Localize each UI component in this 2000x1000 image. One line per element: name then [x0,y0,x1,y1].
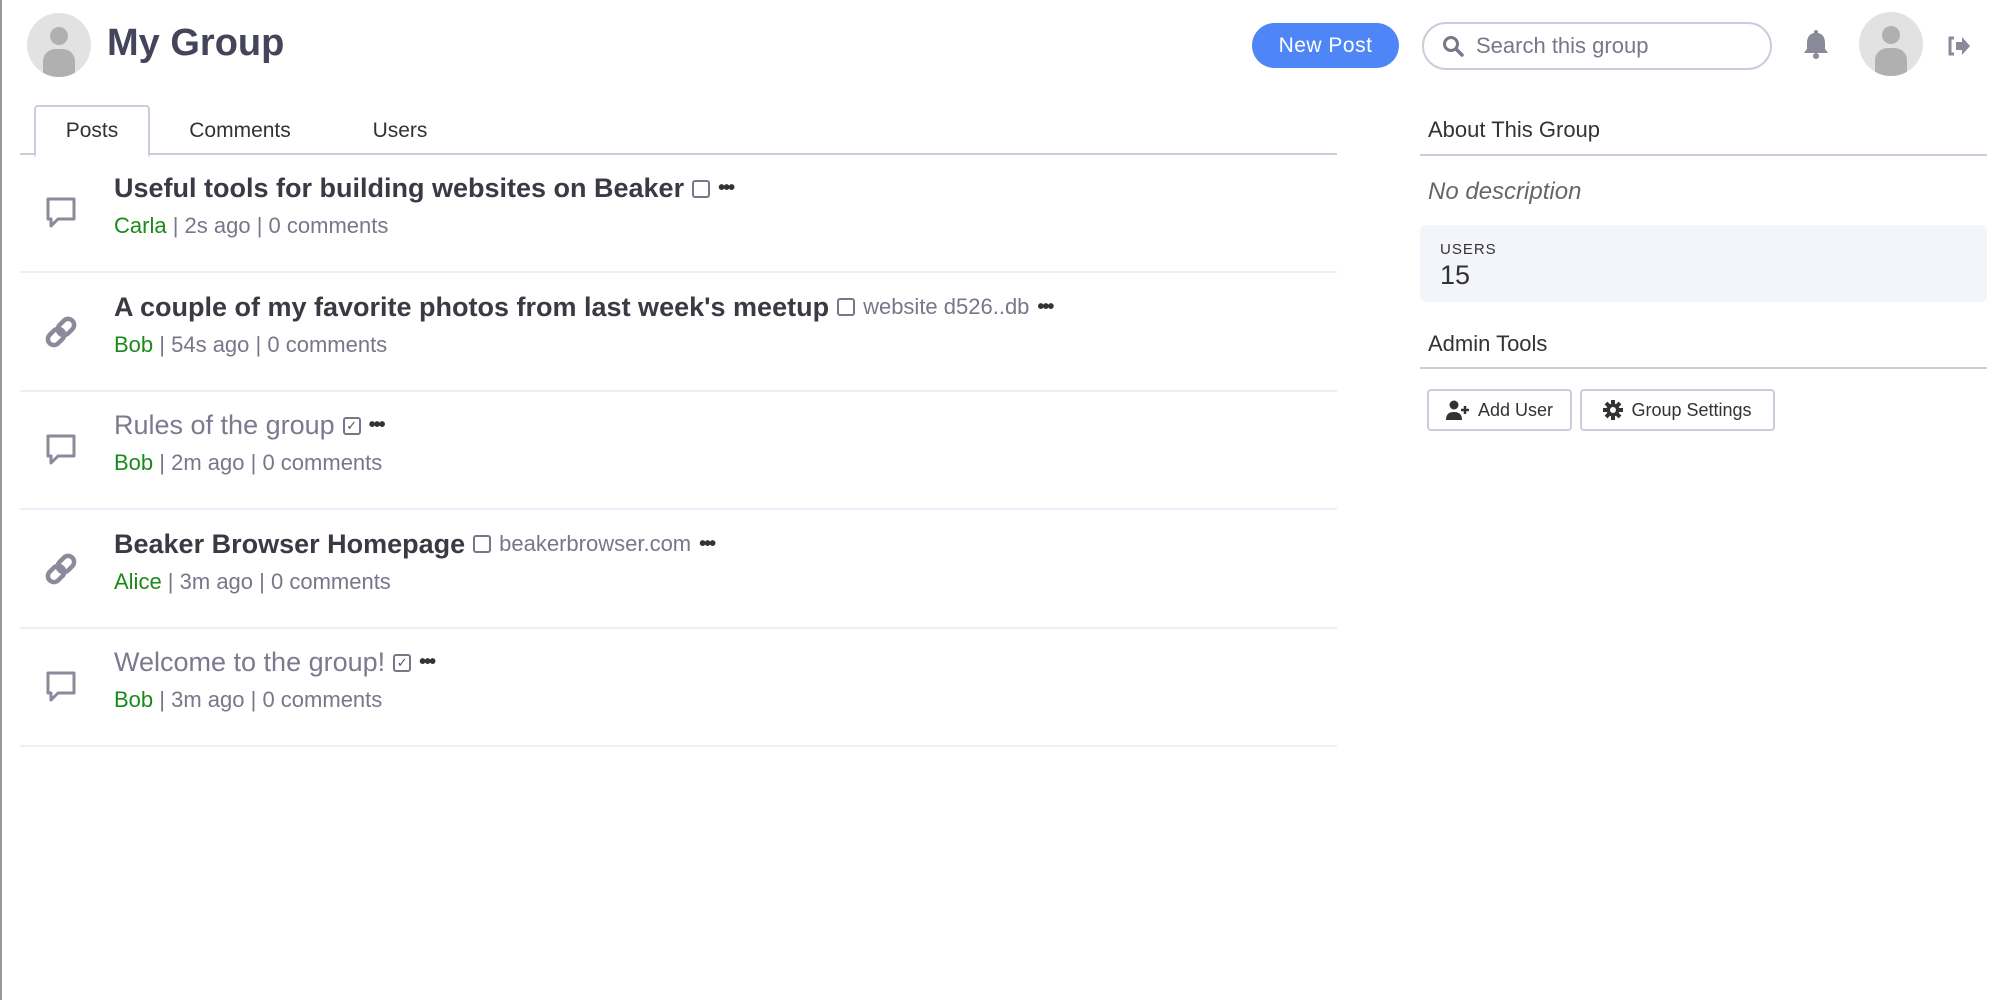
post-item[interactable]: Rules of the group ✓ ••• Bob | 2m ago | … [20,392,1337,510]
post-item[interactable]: A couple of my favorite photos from last… [20,274,1337,392]
more-options-icon[interactable]: ••• [419,651,436,674]
logout-icon[interactable] [1946,35,1970,57]
read-checkbox-icon[interactable] [692,179,711,198]
group-description: No description [1428,178,1582,205]
group-avatar [27,13,91,77]
post-title[interactable]: Useful tools for building websites on Be… [114,173,684,204]
more-options-icon[interactable]: ••• [718,177,735,200]
post-item[interactable]: Useful tools for building websites on Be… [20,155,1337,273]
divider [1420,367,1987,369]
about-heading: About This Group [1428,117,1601,142]
comment-icon [44,193,78,233]
bell-icon[interactable] [1802,28,1830,60]
add-user-label: Add User [1477,399,1554,420]
post-author[interactable]: Carla [114,213,167,238]
post-comments[interactable]: 0 comments [267,332,387,357]
search-input[interactable]: Search this group [1422,22,1772,70]
post-item[interactable]: Beaker Browser Homepage beakerbrowser.co… [20,511,1337,629]
post-author[interactable]: Bob [114,332,153,357]
read-checkbox-icon[interactable] [473,535,492,553]
group-settings-button[interactable]: Group Settings [1580,389,1775,431]
post-item[interactable]: Welcome to the group! ✓ ••• Bob | 3m ago… [20,629,1337,747]
gear-icon [1603,400,1624,420]
users-stat: USERS 15 [1420,225,1987,302]
post-time[interactable]: 3m ago [171,687,244,712]
read-checkbox-icon[interactable] [837,298,856,316]
post-time[interactable]: 54s ago [171,332,249,357]
add-user-button[interactable]: Add User [1427,389,1572,431]
post-comments[interactable]: 0 comments [262,687,382,712]
admin-heading: Admin Tools [1428,331,1548,356]
read-checkbox-icon[interactable]: ✓ [342,416,361,435]
more-options-icon[interactable]: ••• [699,533,716,556]
post-time[interactable]: 3m ago [180,569,253,594]
post-domain[interactable]: beakerbrowser.com [499,531,691,557]
tab-posts[interactable]: Posts [34,105,150,157]
comment-icon [44,667,78,707]
post-title[interactable]: A couple of my favorite photos from last… [114,292,829,323]
divider [1420,154,1987,156]
post-author[interactable]: Bob [114,450,153,475]
search-icon [1443,36,1464,57]
post-title[interactable]: Beaker Browser Homepage [114,529,465,560]
post-title[interactable]: Welcome to the group! [114,647,385,678]
comment-icon [44,430,78,470]
new-post-button[interactable]: New Post [1252,23,1399,68]
link-icon [44,312,78,352]
post-author[interactable]: Alice [114,569,162,594]
search-placeholder: Search this group [1476,33,1649,58]
tab-bar: Posts Comments Users [20,105,1337,157]
post-domain[interactable]: website d526..db [863,294,1029,320]
post-title[interactable]: Rules of the group [114,410,335,441]
group-settings-label: Group Settings [1631,399,1752,420]
post-author[interactable]: Bob [114,687,153,712]
post-comments[interactable]: 0 comments [271,569,391,594]
post-time[interactable]: 2m ago [171,450,244,475]
user-plus-icon [1445,400,1469,420]
read-checkbox-icon[interactable]: ✓ [393,653,412,672]
users-label: USERS [1440,241,1497,258]
more-options-icon[interactable]: ••• [369,414,386,437]
page-title: My Group [107,22,285,64]
link-icon [44,549,78,589]
user-avatar[interactable] [1859,12,1923,76]
tab-comments[interactable]: Comments [170,105,310,157]
post-comments[interactable]: 0 comments [269,213,389,238]
users-count: 15 [1440,260,1471,290]
more-options-icon[interactable]: ••• [1037,296,1054,319]
tab-users[interactable]: Users [350,105,450,157]
post-comments[interactable]: 0 comments [262,450,382,475]
post-time[interactable]: 2s ago [185,213,251,238]
